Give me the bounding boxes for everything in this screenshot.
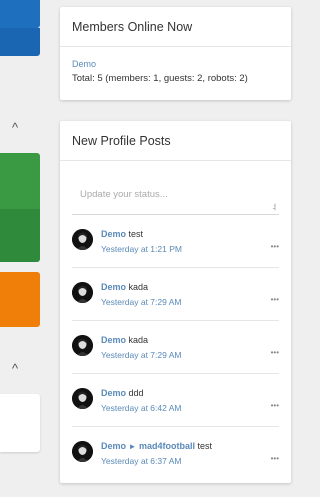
post-line: Demo kada [101, 282, 148, 292]
blue-tile-top[interactable] [0, 0, 40, 28]
post-line: Demo ddd [101, 388, 144, 398]
more-options-icon[interactable]: ••• [271, 402, 279, 410]
post-text: kada [128, 282, 149, 292]
blue-tile-bottom[interactable] [0, 28, 40, 56]
post-timestamp-link[interactable]: Yesterday at 7:29 AM [101, 297, 182, 307]
post-author-link[interactable]: Demo [101, 229, 126, 239]
post-arrow-icon: ► [128, 442, 137, 451]
more-options-icon[interactable]: ••• [271, 243, 279, 251]
green-tile-top[interactable] [0, 153, 40, 209]
post-author-link[interactable]: Demo [101, 282, 126, 292]
members-online-body: Demo Total: 5 (members: 1, guests: 2, ro… [60, 47, 291, 84]
status-update-box[interactable]: .:| [72, 175, 279, 215]
more-options-icon[interactable]: ••• [271, 455, 279, 463]
profile-post-item: Demo ddd Yesterday at 6:42 AM ••• [72, 374, 279, 427]
post-text: ddd [128, 388, 144, 398]
post-author-link[interactable]: Demo [101, 388, 126, 398]
avatar[interactable] [72, 441, 93, 462]
avatar[interactable] [72, 335, 93, 356]
profile-post-item: Demo ► mad4football test Yesterday at 6:… [72, 427, 279, 480]
more-options-icon[interactable]: ••• [271, 349, 279, 357]
more-options-icon[interactable]: ••• [271, 296, 279, 304]
members-online-title: Members Online Now [60, 7, 291, 47]
left-sidebar-strip: ^ ^ [0, 0, 40, 497]
orange-tile[interactable] [0, 272, 40, 327]
profile-posts-card: New Profile Posts .:| Demo test Yesterda… [60, 121, 291, 483]
profile-post-item: Demo kada Yesterday at 7:29 AM ••• [72, 268, 279, 321]
post-text: kada [128, 335, 149, 345]
post-line: Demo test [101, 229, 143, 239]
profile-post-item: Demo test Yesterday at 1:21 PM ••• [72, 215, 279, 268]
resize-grip-icon[interactable]: .:| [272, 204, 276, 211]
online-user-link[interactable]: Demo [72, 59, 279, 69]
post-line: Demo kada [101, 335, 148, 345]
post-text: test [128, 229, 144, 239]
green-tile-bottom[interactable] [0, 209, 40, 262]
status-input[interactable] [80, 189, 260, 200]
avatar[interactable] [72, 282, 93, 303]
online-total-text: Total: 5 (members: 1, guests: 2, robots:… [72, 73, 248, 84]
post-line: Demo ► mad4football test [101, 441, 212, 451]
chevron-up-icon[interactable]: ^ [8, 121, 22, 135]
post-author-link[interactable]: Demo [101, 441, 126, 451]
post-text: test [197, 441, 213, 451]
chevron-up-icon[interactable]: ^ [8, 362, 22, 376]
post-timestamp-link[interactable]: Yesterday at 6:37 AM [101, 456, 182, 466]
profile-posts-list: Demo test Yesterday at 1:21 PM ••• Demo … [60, 215, 291, 480]
post-timestamp-link[interactable]: Yesterday at 1:21 PM [101, 244, 182, 254]
post-timestamp-link[interactable]: Yesterday at 7:29 AM [101, 350, 182, 360]
profile-posts-title: New Profile Posts [60, 121, 291, 161]
post-timestamp-link[interactable]: Yesterday at 6:42 AM [101, 403, 182, 413]
avatar[interactable] [72, 229, 93, 250]
avatar[interactable] [72, 388, 93, 409]
post-target-link[interactable]: mad4football [139, 441, 195, 451]
profile-post-item: Demo kada Yesterday at 7:29 AM ••• [72, 321, 279, 374]
white-panel [0, 394, 40, 452]
post-author-link[interactable]: Demo [101, 335, 126, 345]
members-online-card: Members Online Now Demo Total: 5 (member… [60, 7, 291, 100]
